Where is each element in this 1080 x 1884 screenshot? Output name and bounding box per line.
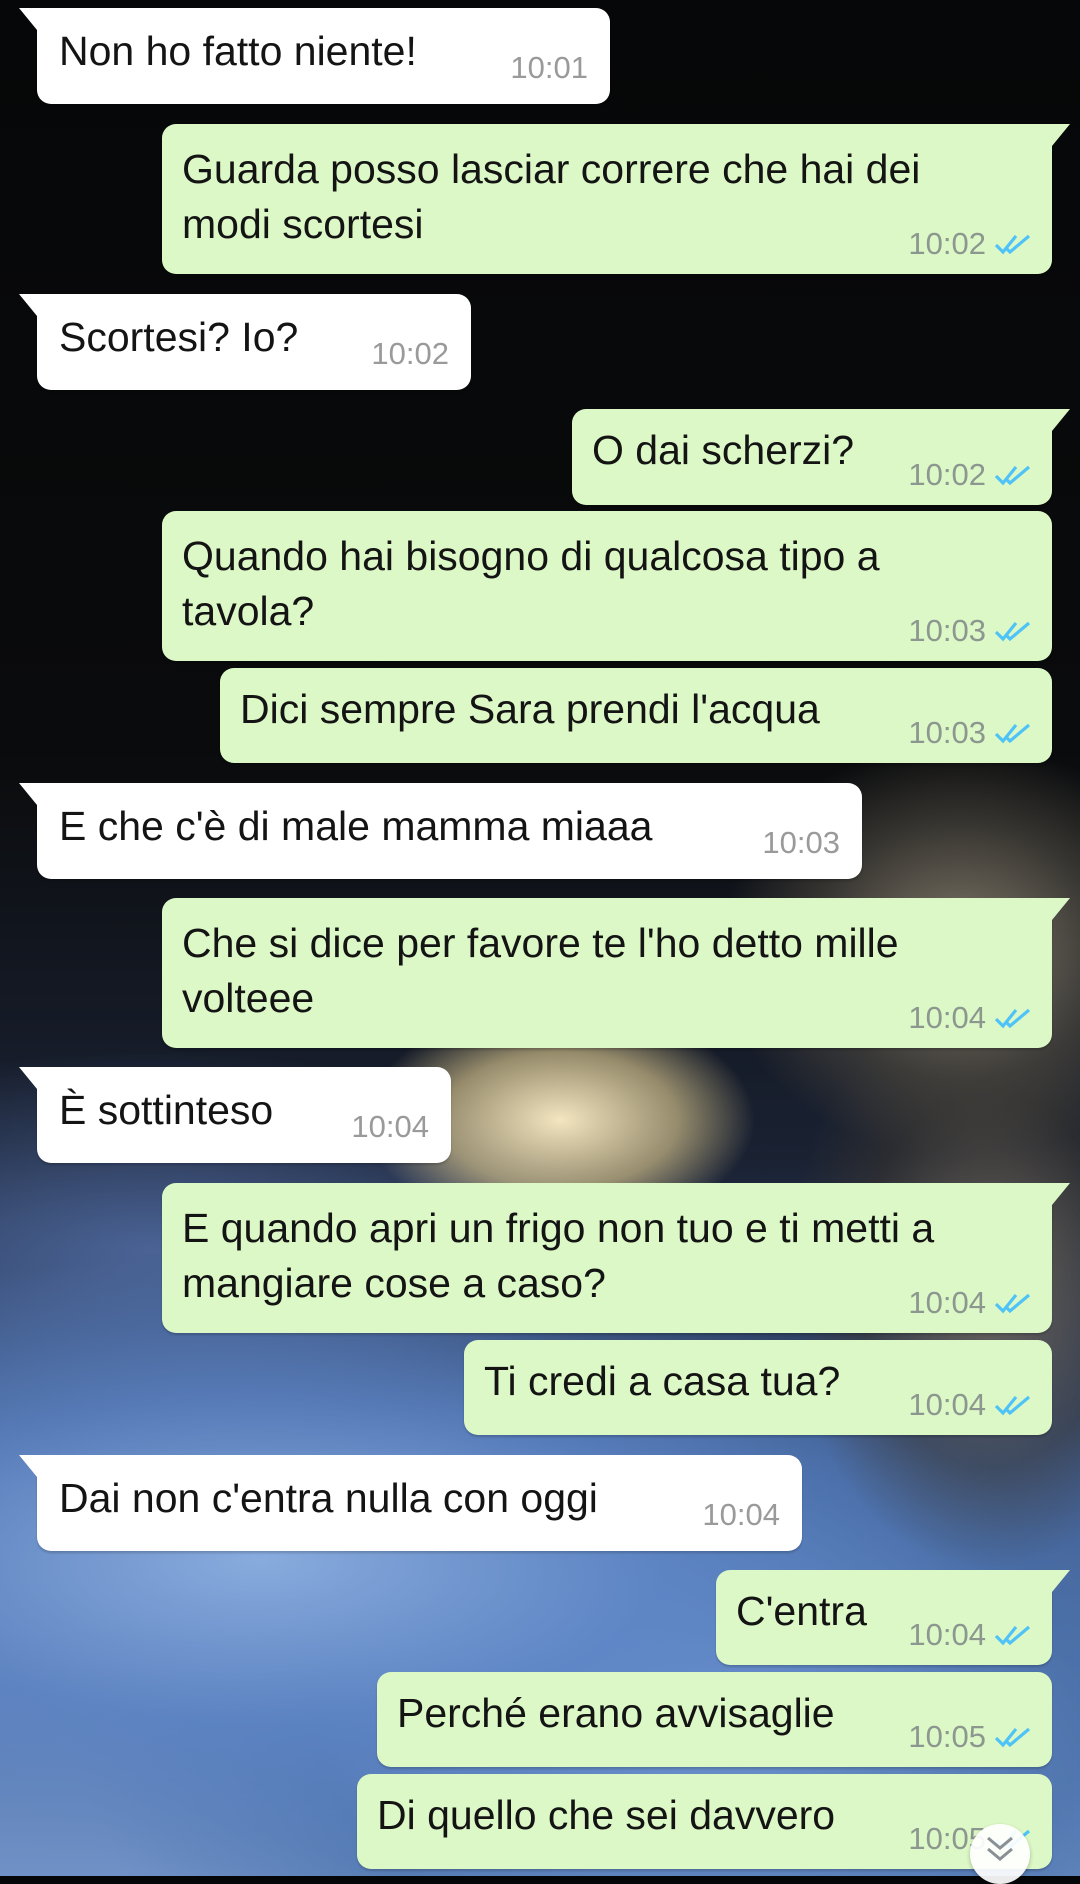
double-check-icon <box>994 723 1031 744</box>
message-time: 10:02 <box>908 226 986 261</box>
message-time: 10:03 <box>762 825 840 860</box>
message-outgoing[interactable]: Ti credi a casa tua? 10:04 <box>464 1340 1052 1435</box>
message-time: 10:04 <box>908 1285 986 1320</box>
message-text: Scortesi? Io? <box>59 314 299 360</box>
message-meta: 10:05 <box>908 1719 1032 1755</box>
chat-message-list[interactable]: Non ho fatto niente! 10:01 Guarda posso … <box>0 0 1080 1876</box>
message-outgoing[interactable]: Di quello che sei davvero 10:05 <box>357 1774 1052 1869</box>
message-text: Di quello che sei davvero <box>377 1792 836 1838</box>
message-time: 10:04 <box>351 1109 429 1144</box>
message-time: 10:04 <box>702 1497 780 1532</box>
message-meta: 10:04 <box>908 1285 1032 1321</box>
double-check-icon <box>994 1293 1031 1314</box>
message-time: 10:01 <box>510 50 588 85</box>
message-outgoing[interactable]: Dici sempre Sara prendi l'acqua 10:03 <box>220 668 1052 763</box>
message-meta: 10:01 <box>510 50 588 86</box>
message-incoming[interactable]: È sottinteso 10:04 <box>19 1067 451 1163</box>
double-check-icon <box>994 465 1031 486</box>
message-text: E che c'è di male mamma miaaa <box>59 803 653 849</box>
message-time: 10:04 <box>908 1617 986 1652</box>
double-check-icon <box>994 1008 1031 1029</box>
message-meta: 10:02 <box>908 457 1032 493</box>
message-outgoing[interactable]: Quando hai bisogno di qualcosa tipo a ta… <box>162 511 1052 661</box>
message-text: Ti credi a casa tua? <box>484 1358 841 1404</box>
message-outgoing[interactable]: E quando apri un frigo non tuo e ti mett… <box>162 1183 1070 1333</box>
message-meta: 10:03 <box>762 825 840 861</box>
double-check-icon <box>994 234 1031 255</box>
chevron-double-down-icon <box>987 1836 1013 1861</box>
message-incoming[interactable]: Dai non c'entra nulla con oggi 10:04 <box>19 1455 802 1551</box>
message-text: Dici sempre Sara prendi l'acqua <box>240 686 820 732</box>
message-outgoing[interactable]: Che si dice per favore te l'ho detto mil… <box>162 898 1070 1048</box>
message-text: Guarda posso lasciar correre che hai dei… <box>182 146 921 247</box>
message-meta: 10:03 <box>908 613 1032 649</box>
message-meta: 10:04 <box>908 1000 1032 1036</box>
message-incoming[interactable]: Scortesi? Io? 10:02 <box>19 294 471 390</box>
scroll-to-bottom-button[interactable] <box>970 1824 1030 1884</box>
message-outgoing[interactable]: Perché erano avvisaglie 10:05 <box>377 1672 1052 1767</box>
message-time: 10:04 <box>908 1387 986 1422</box>
message-meta: 10:03 <box>908 715 1032 751</box>
message-meta: 10:04 <box>908 1617 1032 1653</box>
message-text: Perché erano avvisaglie <box>397 1690 835 1736</box>
message-time: 10:04 <box>908 1000 986 1035</box>
message-time: 10:03 <box>908 715 986 750</box>
message-meta: 10:02 <box>908 226 1032 262</box>
double-check-icon <box>994 1395 1031 1416</box>
message-outgoing[interactable]: Guarda posso lasciar correre che hai dei… <box>162 124 1070 274</box>
message-time: 10:05 <box>908 1719 986 1754</box>
message-text: C'entra <box>736 1588 867 1634</box>
message-time: 10:02 <box>908 457 986 492</box>
double-check-icon <box>994 621 1031 642</box>
double-check-icon <box>994 1727 1031 1748</box>
message-text: O dai scherzi? <box>592 427 855 473</box>
message-time: 10:02 <box>371 336 449 371</box>
message-outgoing[interactable]: O dai scherzi? 10:02 <box>572 409 1070 505</box>
message-text: Non ho fatto niente! <box>59 28 417 74</box>
message-incoming[interactable]: Non ho fatto niente! 10:01 <box>19 8 610 104</box>
message-meta: 10:04 <box>351 1109 429 1145</box>
message-meta: 10:04 <box>908 1387 1032 1423</box>
message-text: È sottinteso <box>59 1087 274 1133</box>
message-outgoing[interactable]: C'entra 10:04 <box>716 1570 1070 1665</box>
message-time: 10:03 <box>908 613 986 648</box>
message-text: Quando hai bisogno di qualcosa tipo a ta… <box>182 533 880 634</box>
message-text: Che si dice per favore te l'ho detto mil… <box>182 920 899 1021</box>
message-meta: 10:02 <box>371 336 449 372</box>
message-meta: 10:04 <box>702 1497 780 1533</box>
message-text: E quando apri un frigo non tuo e ti mett… <box>182 1205 935 1306</box>
message-text: Dai non c'entra nulla con oggi <box>59 1475 598 1521</box>
message-incoming[interactable]: E che c'è di male mamma miaaa 10:03 <box>19 783 862 879</box>
double-check-icon <box>994 1625 1031 1646</box>
